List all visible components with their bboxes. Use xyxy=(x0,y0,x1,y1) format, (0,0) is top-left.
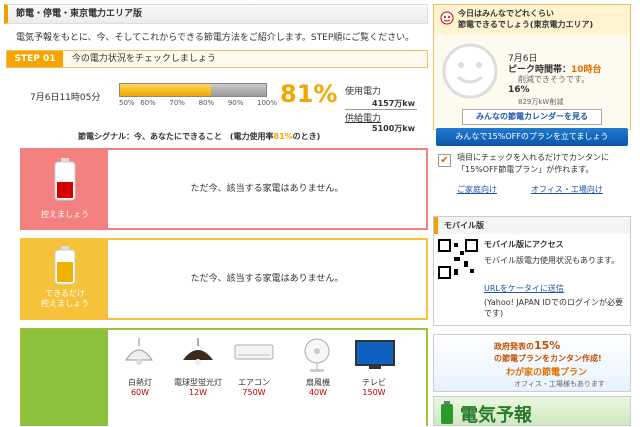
office-link[interactable]: オフィス・工場向け xyxy=(531,184,603,195)
card-limit: できるだけ 控えましょう ただ今、該当する家電はありません。 xyxy=(20,238,428,320)
status-time: 7月6日11時05分 xyxy=(30,93,101,103)
usage-bar-fill xyxy=(120,84,211,96)
appliance-watt: 12W xyxy=(188,388,208,397)
usage-bar-remaining xyxy=(211,84,266,96)
sidebar: 今日はみんなでどれくらい 節電できるでしょう(東京電力エリア) 7月6日 ピーク時… xyxy=(433,0,640,426)
bar-tick-label: 60% xyxy=(140,99,156,107)
intro-text: 電気予報をもとに、今、そしてこれからできる節電方法をご紹介します。STEP順にご… xyxy=(16,33,415,43)
mobile-desc: モバイル版電力使用状況もあります。 xyxy=(484,256,620,265)
bar-tick-label: 80% xyxy=(198,99,215,107)
appliance-item: エアコン 750W xyxy=(226,378,282,398)
usage-bar xyxy=(119,83,267,97)
forecast-title: 今日はみんなでどれくらい 節電できるでしょう(東京電力エリア) xyxy=(434,5,630,35)
bar-tick-label: 70% xyxy=(169,99,185,107)
supply-value: 5100万kw xyxy=(372,124,415,133)
appliance-item: 白熱灯 60W xyxy=(112,378,168,398)
appliance-name: 白熱灯 xyxy=(128,378,152,387)
bar-tick-label: 90% xyxy=(227,99,244,107)
banner-sub: オフィス・工場様もあります xyxy=(514,380,605,388)
divider xyxy=(345,109,417,110)
plan-banner[interactable]: 政府発表の15% の節電プランをカンタン作成! わが家の節電プラン オフィス・工… xyxy=(433,334,631,392)
bar-tick-label: 100% xyxy=(257,99,278,107)
bar-tick-label: 50% xyxy=(119,99,135,107)
smiley-face-icon xyxy=(442,43,498,99)
television-icon xyxy=(355,340,395,369)
card-refrain-side: 控えましょう xyxy=(22,150,108,228)
step-badge: STEP 01 xyxy=(7,51,63,67)
send-url-link[interactable]: URLをケータイに送信 xyxy=(484,283,564,294)
air-conditioner-icon xyxy=(234,344,274,360)
reduce-percent: 16% xyxy=(508,85,530,95)
appliance-watt: 150W xyxy=(362,388,386,397)
incandescent-lamp-icon xyxy=(125,338,153,365)
mobile-title: モバイル版 xyxy=(434,217,630,234)
appliance-name: 電球型蛍光灯 xyxy=(174,378,222,387)
qr-code-icon xyxy=(438,239,478,279)
smiley-small-icon xyxy=(440,11,454,25)
plan-button[interactable]: みんなで15%OFFのプランを立てましょう xyxy=(436,128,628,146)
appliance-watt: 750W xyxy=(242,388,266,397)
appliance-name: テレビ xyxy=(362,378,386,387)
card-ok-side xyxy=(22,330,108,426)
reduce-text: 削減できそうです。 xyxy=(518,75,590,84)
card-refrain-message: ただ今、該当する家電はありません。 xyxy=(190,184,344,194)
page-title: 節電・停電・東京電力エリア版 xyxy=(4,4,428,24)
calendar-link[interactable]: みんなの節電カレンダーを見る xyxy=(462,109,602,125)
usage-value: 4157万kw xyxy=(372,99,415,108)
home-link[interactable]: ご家庭向け xyxy=(457,184,497,195)
step1-header: STEP 01 今の電力状況をチェックしましょう xyxy=(6,50,428,68)
signal-text: 節電シグナル：今、あなたにできること (電力使用率81%のとき) xyxy=(78,132,321,141)
mobile-panel: モバイル版 モバイル版にアクセス モバイル版電力使用状況もあります。 URLをケ… xyxy=(433,216,631,326)
forecast-banner[interactable]: 電気予報 xyxy=(433,396,631,426)
appliance-name: エアコン xyxy=(238,378,270,387)
electric-fan-icon xyxy=(304,338,330,372)
check-text: 項目にチェックを入れるだけでカンタンに「15%OFF節電プラン」が作れます。 xyxy=(457,153,609,174)
battery-mid-icon xyxy=(54,246,76,285)
card-limit-side: できるだけ 控えましょう xyxy=(22,240,108,318)
card-refrain: 控えましょう ただ今、該当する家電はありません。 xyxy=(20,148,428,230)
card-limit-label: できるだけ 控えましょう xyxy=(41,289,89,308)
mobile-note: (Yahoo! JAPAN IDでのログインが必要です) xyxy=(484,298,623,318)
banner-line2: の節電プランをカンタン作成! xyxy=(494,354,602,363)
appliance-watt: 40W xyxy=(308,388,328,397)
banner-line3: わが家の節電プラン xyxy=(506,368,588,378)
fluorescent-lamp-icon xyxy=(183,338,213,365)
battery-green-icon xyxy=(441,401,453,424)
appliance-item: 電球型蛍光灯 12W xyxy=(170,378,226,398)
forecast-banner-title: 電気予報 xyxy=(460,405,532,426)
appliance-watt: 60W xyxy=(130,388,150,397)
main-content: 節電・停電・東京電力エリア版 電気予報をもとに、今、そしてこれからできる節電方法… xyxy=(0,0,430,426)
mobile-access: モバイル版にアクセス xyxy=(484,240,564,249)
appliance-item: 扇風機 40W xyxy=(290,378,346,398)
banner-line1: 政府発表の15% xyxy=(494,339,561,352)
appliance-item: テレビ 150W xyxy=(346,378,402,398)
battery-low-icon xyxy=(54,158,76,201)
forecast-panel: 今日はみんなでどれくらい 節電できるでしょう(東京電力エリア) 7月6日 ピーク時… xyxy=(433,4,631,130)
reduce-amount: 829万kW削減 xyxy=(518,98,564,106)
appliance-name: 扇風機 xyxy=(306,378,330,387)
usage-percent: 81% xyxy=(280,80,338,108)
usage-label: 使用電力 xyxy=(345,87,382,97)
checkbox-icon[interactable]: ✔ xyxy=(438,154,451,167)
card-limit-message: ただ今、該当する家電はありません。 xyxy=(190,274,344,284)
step-title: 今の電力状況をチェックしましょう xyxy=(71,54,216,64)
card-refrain-label: 控えましょう xyxy=(41,210,89,219)
